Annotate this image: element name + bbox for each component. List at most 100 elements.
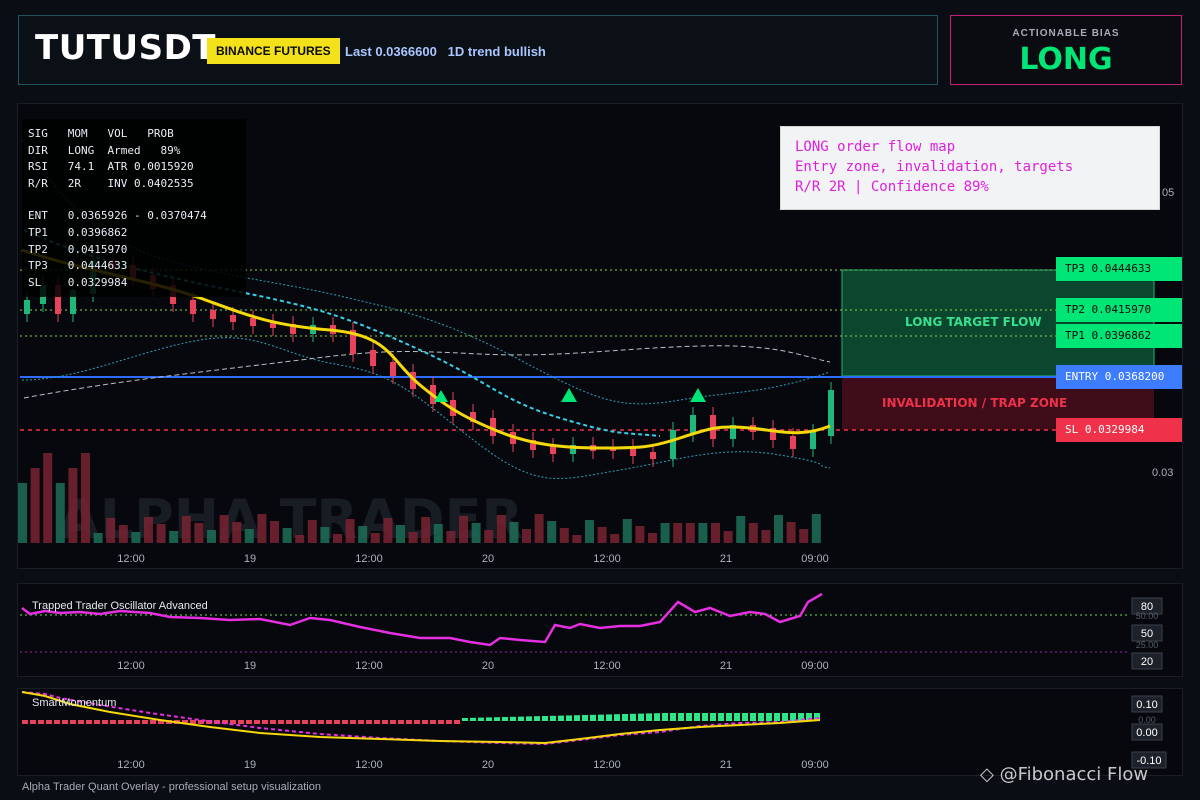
volume-bar (408, 532, 418, 543)
time-tick: 09:00 (801, 759, 829, 771)
volume-bar (698, 523, 708, 543)
volume-bar (358, 526, 368, 543)
momentum-bar (334, 720, 340, 724)
credit-text: @Fibonacci Flow (999, 764, 1149, 785)
momentum-bar (622, 714, 628, 721)
volume-bar (43, 453, 53, 543)
candle (190, 300, 196, 314)
momentum-bar (62, 720, 68, 724)
osc-level-20: 20 (1141, 656, 1153, 668)
momentum-bar (70, 720, 76, 724)
sl-tag[interactable]: SL 0.0329984 (1056, 418, 1182, 442)
volume-bar (711, 523, 720, 543)
note-line: R/R 2R | Confidence 89% (795, 179, 989, 195)
time-tick: 20 (482, 553, 494, 565)
momentum-bar (270, 720, 276, 724)
momentum-bar (486, 717, 492, 721)
momentum-bar (390, 720, 396, 724)
momentum-title: SmartMomentum (32, 697, 116, 709)
trap-zone-label: INVALIDATION / TRAP ZONE (882, 396, 1068, 410)
candle (690, 415, 696, 434)
momentum-bar (550, 715, 556, 721)
volume-bar (345, 519, 355, 543)
time-tick: 21 (720, 759, 732, 771)
osc-level-50: 50 (1141, 628, 1153, 640)
momentum-bar (598, 714, 604, 721)
momentum-bar (438, 720, 444, 724)
momentum-bar (614, 714, 620, 721)
stats-row: TP3 0.0444633 (28, 259, 128, 273)
momentum-bar (366, 720, 372, 724)
momentum-bar (646, 713, 652, 721)
time-tick: 19 (244, 660, 256, 672)
momentum-bar (318, 720, 324, 724)
volume-bar (585, 520, 594, 543)
momentum-line (21, 691, 821, 745)
volume-bar (93, 533, 103, 543)
time-tick: 12:00 (355, 759, 383, 771)
lower-band (21, 337, 831, 479)
volume-bar (622, 519, 632, 543)
momentum-bar (54, 720, 60, 724)
stats-row: SIG MOM VOL PROB (28, 127, 174, 140)
volume-bar (484, 530, 494, 543)
note-box: LONG order flow map Entry zone, invalida… (780, 126, 1160, 210)
volume-bar (547, 521, 557, 543)
time-tick: 19 (244, 759, 256, 771)
entry-tag[interactable]: ENTRY 0.0368200 (1056, 365, 1182, 389)
momentum-bar (326, 720, 332, 724)
momentum-level: 0.00 (1136, 727, 1157, 739)
time-tick: 12:00 (593, 660, 621, 672)
volume-bar (597, 527, 607, 543)
momentum-bar (302, 720, 308, 724)
note-line: Entry zone, invalidation, targets (795, 159, 1074, 175)
momentum-bar (110, 720, 116, 724)
time-tick: 09:00 (801, 660, 829, 672)
tp2-tag[interactable]: TP2 0.0415970 (1056, 298, 1182, 322)
volume-bar (169, 531, 179, 543)
momentum-bar (78, 720, 84, 724)
momentum-bar (518, 716, 524, 721)
momentum-bar (542, 716, 548, 721)
volume-bar (433, 524, 443, 543)
momentum-bar (718, 713, 724, 721)
volume-bar (496, 515, 506, 543)
tp3-tag[interactable]: TP3 0.0444633 (1056, 257, 1182, 281)
volume-bar (207, 530, 216, 543)
momentum-bar (494, 717, 500, 721)
volume-bar (811, 514, 821, 543)
time-tick: 12:00 (355, 553, 383, 565)
volume-bar (156, 524, 166, 543)
momentum-bar (758, 713, 764, 721)
momentum-bar (278, 720, 284, 724)
tp1-tag[interactable]: TP1 0.0396862 (1056, 324, 1182, 348)
volume-bar (685, 523, 695, 543)
momentum-bar (142, 720, 148, 724)
momentum-bar (254, 720, 260, 724)
credit-watermark: ◇ @Fibonacci Flow (980, 764, 1148, 785)
price-tick: 05 (1162, 187, 1174, 199)
volume-bar (534, 514, 544, 543)
volume-bar (320, 527, 330, 543)
momentum-bar (102, 720, 108, 724)
momentum-bar (734, 713, 740, 721)
time-tick: 19 (244, 553, 256, 565)
candle (370, 350, 376, 366)
momentum-bar (566, 715, 572, 721)
candle (810, 432, 816, 449)
volume-bar (55, 483, 65, 543)
volume-bar (761, 530, 771, 543)
momentum-time-axis: 12:00 19 12:00 20 12:00 21 09:00 (117, 759, 829, 771)
momentum-bar (654, 713, 660, 721)
candle (230, 315, 236, 322)
candle (250, 318, 256, 326)
volume-bar (68, 468, 78, 543)
momentum-bar (590, 714, 596, 721)
momentum-bar (686, 713, 692, 721)
volume-bar (144, 517, 153, 543)
volume-bar (18, 483, 27, 543)
osc-level-partial: 50.00 (1136, 611, 1159, 621)
momentum-bar (558, 715, 564, 721)
momentum-bar (22, 720, 28, 724)
volume-bar (333, 534, 342, 543)
